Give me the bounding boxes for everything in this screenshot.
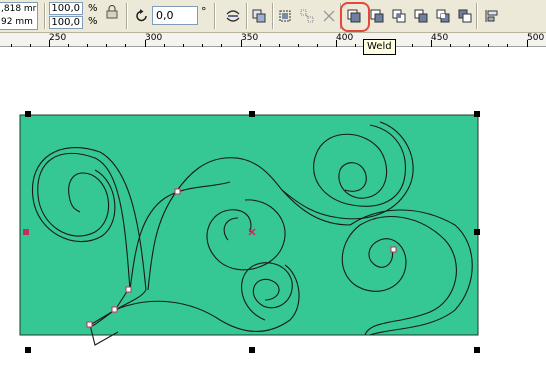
- scale-x-unit: %: [88, 3, 98, 14]
- separator: [214, 3, 216, 29]
- node-marker: [111, 306, 118, 313]
- back-minus-front-icon: [458, 9, 472, 23]
- accent-handles[interactable]: [23, 229, 29, 235]
- scale-factor-fields[interactable]: 100,0 100,0: [49, 2, 83, 30]
- simplify-button[interactable]: [410, 5, 432, 27]
- scale-x-input[interactable]: 100,0: [49, 2, 83, 15]
- simplify-icon: [414, 9, 428, 23]
- node-marker: [125, 286, 132, 293]
- green-rectangle[interactable]: [19, 114, 479, 336]
- handle-bottom-right: [474, 347, 480, 353]
- object-size-field[interactable]: ,818 mr 92 mm: [0, 2, 38, 30]
- ruler-label: 500: [527, 33, 545, 43]
- handle-middle-right: [474, 229, 480, 235]
- intersect-button[interactable]: [388, 5, 410, 27]
- weld-icon: [347, 9, 361, 23]
- horizontal-ruler[interactable]: 250 300 350 400 450 500: [0, 33, 546, 47]
- ruler-label: 350: [241, 33, 259, 43]
- ruler-label: 250: [49, 33, 67, 43]
- handle-bottom-left: [25, 347, 31, 353]
- lock-ratio-button[interactable]: [104, 4, 120, 20]
- mirror-icon: [226, 10, 240, 22]
- object-width-value[interactable]: ,818 mr: [0, 3, 37, 16]
- ungroup-button[interactable]: [274, 5, 296, 27]
- weld-button[interactable]: [340, 2, 370, 32]
- align-distribute-button[interactable]: [480, 5, 502, 27]
- rotate-icon: [136, 9, 147, 22]
- mirror-button[interactable]: [222, 5, 244, 27]
- combine-button[interactable]: [318, 5, 340, 27]
- weld-tooltip: Weld: [363, 39, 396, 55]
- intersect-icon: [392, 9, 406, 23]
- align-distribute-icon: [485, 10, 498, 22]
- separator: [476, 3, 478, 29]
- trim-button[interactable]: [366, 5, 388, 27]
- ruler-ticks: [11, 40, 528, 47]
- ungroup-all-icon: [300, 9, 314, 23]
- object-height-value[interactable]: 92 mm: [0, 16, 37, 29]
- ruler-label: 450: [431, 33, 449, 43]
- lock-icon: [106, 4, 118, 19]
- property-bar: ,818 mr 92 mm 100,0 100,0 % % 0,0 °: [0, 0, 546, 33]
- handle-top-right: [474, 111, 480, 117]
- ungroup-icon: [279, 10, 291, 22]
- scale-y-unit: %: [88, 16, 98, 27]
- trim-icon: [370, 9, 384, 23]
- handle-top-center: [249, 111, 255, 117]
- handle-top-left: [25, 111, 31, 117]
- group-icon: [252, 9, 266, 23]
- group-button[interactable]: [248, 5, 270, 27]
- ruler-label: 400: [336, 33, 354, 43]
- drawing-canvas[interactable]: [0, 48, 546, 375]
- scale-y-input[interactable]: 100,0: [49, 16, 83, 29]
- node-marker: [86, 321, 93, 328]
- back-minus-front-button[interactable]: [454, 5, 476, 27]
- node-marker: [174, 188, 181, 195]
- handle-middle-left: [23, 229, 29, 235]
- rotation-unit: °: [201, 5, 207, 18]
- rotation-angle-input[interactable]: 0,0: [152, 6, 198, 25]
- rotation-label: [134, 8, 150, 24]
- ruler-label: 300: [145, 33, 163, 43]
- front-minus-back-button[interactable]: [432, 5, 454, 27]
- front-minus-back-icon: [436, 9, 450, 23]
- separator: [126, 3, 128, 29]
- artwork[interactable]: [0, 48, 546, 375]
- node-marker: [390, 246, 397, 253]
- ungroup-all-button[interactable]: [296, 5, 318, 27]
- separator: [44, 3, 46, 29]
- handle-bottom-center: [249, 347, 255, 353]
- combine-icon: [323, 10, 335, 22]
